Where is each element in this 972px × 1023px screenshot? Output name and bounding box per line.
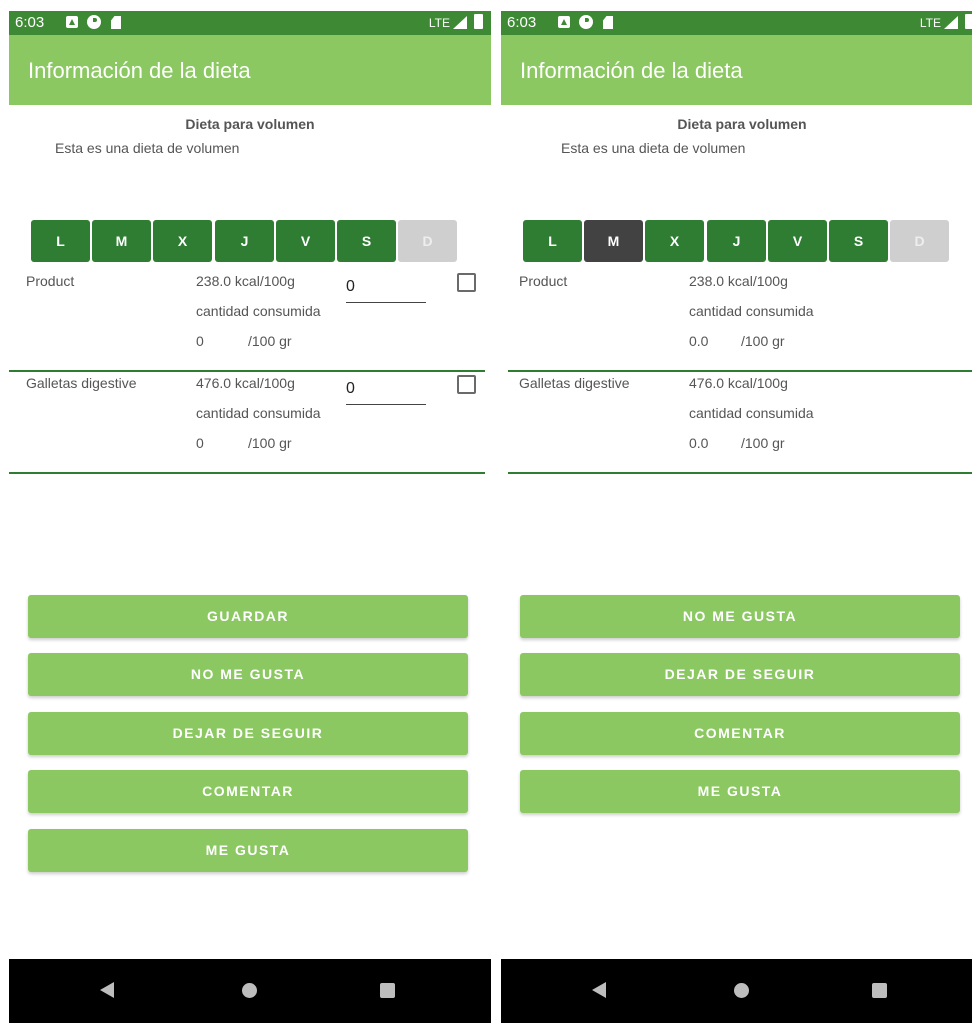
day-button-v[interactable]: V — [768, 220, 827, 262]
day-button-d: D — [398, 220, 457, 262]
unfollow-button[interactable]: DEJAR DE SEGUIR — [520, 653, 960, 696]
day-button-d: D — [890, 220, 949, 262]
consumed-amount: 0 — [196, 333, 204, 349]
recents-icon[interactable] — [380, 983, 395, 998]
comment-button[interactable]: COMENTAR — [520, 712, 960, 755]
food-checkbox[interactable] — [457, 375, 476, 394]
consumed-amount: 0.0 — [689, 333, 709, 349]
food-kcal: 238.0 kcal/100g — [689, 273, 788, 289]
back-icon[interactable] — [100, 982, 114, 998]
save-button[interactable]: GUARDAR — [28, 595, 468, 638]
like-button[interactable]: ME GUSTA — [520, 770, 960, 813]
status-time: 6:03 — [507, 14, 537, 31]
sd-card-icon — [603, 16, 613, 29]
food-row: Galletas digestive 476.0 kcal/100g canti… — [9, 370, 485, 474]
diet-description: Esta es una dieta de volumen — [561, 140, 746, 156]
dislike-button[interactable]: NO ME GUSTA — [28, 653, 468, 696]
food-row: Product 238.0 kcal/100g cantidad consumi… — [9, 268, 485, 372]
day-button-x[interactable]: X — [645, 220, 704, 262]
amount-unit: /100 gr — [248, 333, 292, 349]
day-button-s[interactable]: S — [829, 220, 888, 262]
network-type: LTE — [428, 16, 450, 30]
home-icon[interactable] — [242, 983, 257, 998]
sim-a-icon — [66, 16, 78, 28]
day-button-m[interactable]: M — [92, 220, 151, 262]
network-type: LTE — [919, 16, 941, 30]
status-time: 6:03 — [15, 14, 45, 31]
food-kcal: 238.0 kcal/100g — [196, 273, 295, 289]
food-name: Product — [26, 273, 75, 289]
day-button-s[interactable]: S — [337, 220, 396, 262]
signal-icon — [453, 16, 467, 29]
recents-icon[interactable] — [872, 983, 887, 998]
consumed-label: cantidad consumida — [196, 303, 321, 319]
food-checkbox[interactable] — [457, 273, 476, 292]
quantity-input[interactable]: 0 — [346, 278, 426, 303]
food-name: Galletas digestive — [26, 375, 137, 391]
day-button-l[interactable]: L — [31, 220, 90, 262]
day-button-l[interactable]: L — [523, 220, 582, 262]
home-icon[interactable] — [734, 983, 749, 998]
sd-card-icon — [111, 16, 121, 29]
data-saver-icon — [579, 15, 593, 29]
consumed-label: cantidad consumida — [196, 405, 321, 421]
app-bar: Información de la dieta — [501, 35, 972, 105]
food-kcal: 476.0 kcal/100g — [196, 375, 295, 391]
food-row: Galletas digestive 476.0 kcal/100g canti… — [508, 370, 972, 474]
page-title: Información de la dieta — [28, 58, 251, 83]
day-button-x[interactable]: X — [153, 220, 212, 262]
diet-name: Dieta para volumen — [185, 116, 315, 132]
consumed-label: cantidad consumida — [689, 303, 814, 319]
battery-icon — [965, 14, 972, 29]
like-button[interactable]: ME GUSTA — [28, 829, 468, 872]
day-button-v[interactable]: V — [276, 220, 335, 262]
back-icon[interactable] — [592, 982, 606, 998]
signal-icon — [944, 16, 958, 29]
data-saver-icon — [87, 15, 101, 29]
sim-a-icon — [558, 16, 570, 28]
food-name: Product — [519, 273, 568, 289]
status-bar: 6:03 LTE — [501, 11, 972, 35]
unfollow-button[interactable]: DEJAR DE SEGUIR — [28, 712, 468, 755]
consumed-amount: 0 — [196, 435, 204, 451]
day-button-j[interactable]: J — [707, 220, 766, 262]
consumed-label: cantidad consumida — [689, 405, 814, 421]
day-button-m[interactable]: M — [584, 220, 643, 262]
quantity-input[interactable]: 0 — [346, 380, 426, 405]
app-bar: Información de la dieta — [9, 35, 491, 105]
battery-icon — [474, 14, 483, 29]
amount-unit: /100 gr — [741, 435, 785, 451]
consumed-amount: 0.0 — [689, 435, 709, 451]
diet-description: Esta es una dieta de volumen — [55, 140, 240, 156]
amount-unit: /100 gr — [741, 333, 785, 349]
amount-unit: /100 gr — [248, 435, 292, 451]
phone-screen-left: 6:03 LTE Información de la dieta Dieta p… — [9, 11, 491, 1023]
comment-button[interactable]: COMENTAR — [28, 770, 468, 813]
page-title: Información de la dieta — [520, 58, 743, 83]
day-button-j[interactable]: J — [215, 220, 274, 262]
diet-name: Dieta para volumen — [677, 116, 807, 132]
food-row: Product 238.0 kcal/100g cantidad consumi… — [508, 268, 972, 372]
dislike-button[interactable]: NO ME GUSTA — [520, 595, 960, 638]
navigation-bar — [9, 959, 491, 1023]
food-name: Galletas digestive — [519, 375, 630, 391]
status-bar: 6:03 LTE — [9, 11, 491, 35]
phone-screen-right: 6:03 LTE Información de la dieta Dieta p… — [501, 11, 972, 1023]
navigation-bar — [501, 959, 972, 1023]
food-kcal: 476.0 kcal/100g — [689, 375, 788, 391]
